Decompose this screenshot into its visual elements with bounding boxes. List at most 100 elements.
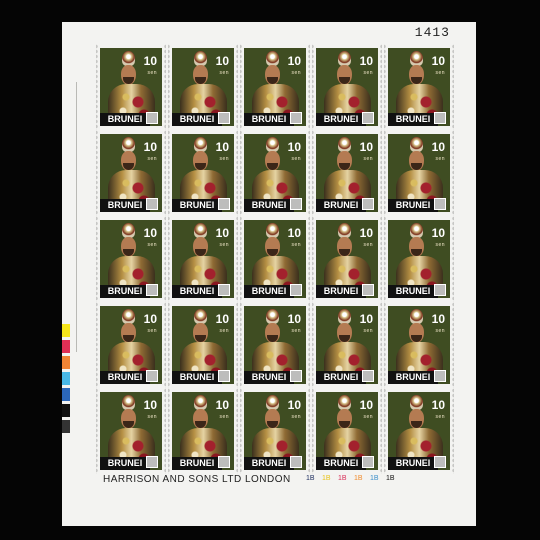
stamp-currency: sen (363, 70, 373, 76)
country-label: BRUNEI (172, 371, 222, 384)
country-label: BRUNEI (316, 285, 366, 298)
stamp-value: 10 (287, 226, 301, 240)
stamp: 10 sen BRUNEI (96, 130, 166, 216)
stamp-portrait: 10 sen BRUNEI (388, 134, 450, 212)
stamp: 10 sen BRUNEI (312, 302, 382, 388)
stamp: 10 sen BRUNEI (168, 130, 238, 216)
stamp-currency: sen (219, 328, 229, 334)
stamp: 10 sen BRUNEI (240, 216, 310, 302)
stamp-currency: sen (219, 70, 229, 76)
stamp: 10 sen BRUNEI (240, 302, 310, 388)
seal-icon (434, 284, 446, 296)
stamp-value: 10 (287, 312, 301, 326)
crown-icon (410, 51, 423, 66)
stamp-portrait: 10 sen BRUNEI (388, 306, 450, 384)
stamp-currency: sen (435, 242, 445, 248)
seal-icon (218, 456, 230, 468)
stamp-value: 10 (431, 140, 445, 154)
stamp-portrait: 10 sen BRUNEI (388, 48, 450, 126)
stamp-currency: sen (435, 70, 445, 76)
stamp: 10 sen BRUNEI (384, 44, 454, 130)
stamp-value: 10 (431, 398, 445, 412)
stamp-portrait: 10 sen BRUNEI (172, 134, 234, 212)
stamp: 10 sen BRUNEI (312, 388, 382, 474)
stamp-currency: sen (291, 156, 301, 162)
cylinder-number: 1B (354, 475, 363, 482)
country-label: BRUNEI (244, 457, 294, 470)
stamp-currency: sen (435, 414, 445, 420)
seal-icon (290, 284, 302, 296)
stamp-value: 10 (359, 140, 373, 154)
crown-icon (194, 395, 207, 410)
seal-icon (362, 456, 374, 468)
color-bar (62, 372, 70, 385)
stamp-portrait: 10 sen BRUNEI (244, 134, 306, 212)
stamp-portrait: 10 sen BRUNEI (316, 220, 378, 298)
stamp-value: 10 (143, 398, 157, 412)
stamp-portrait: 10 sen BRUNEI (316, 306, 378, 384)
country-label: BRUNEI (388, 457, 438, 470)
color-bar (62, 324, 70, 337)
seal-icon (362, 198, 374, 210)
stamp: 10 sen BRUNEI (312, 216, 382, 302)
crown-icon (122, 137, 135, 152)
seal-icon (290, 198, 302, 210)
stamp-value: 10 (287, 54, 301, 68)
stamp-value: 10 (143, 54, 157, 68)
crown-icon (338, 223, 351, 238)
stamp: 10 sen BRUNEI (384, 302, 454, 388)
stamp-value: 10 (359, 398, 373, 412)
stamp-currency: sen (363, 156, 373, 162)
seal-icon (362, 112, 374, 124)
country-label: BRUNEI (388, 285, 438, 298)
country-label: BRUNEI (100, 113, 150, 126)
cylinder-number: 1B (338, 475, 347, 482)
country-label: BRUNEI (388, 371, 438, 384)
crown-icon (338, 51, 351, 66)
stamp-value: 10 (431, 54, 445, 68)
stamp-currency: sen (363, 328, 373, 334)
crown-icon (266, 395, 279, 410)
stamp: 10 sen BRUNEI (240, 44, 310, 130)
seal-icon (218, 284, 230, 296)
seal-icon (146, 370, 158, 382)
stamp: 10 sen BRUNEI (168, 302, 238, 388)
country-label: BRUNEI (388, 113, 438, 126)
country-label: BRUNEI (316, 113, 366, 126)
stamp-portrait: 10 sen BRUNEI (388, 392, 450, 470)
stamp-grid: 10 sen BRUNEI 10 sen BRUNEI 10 sen BRUNE… (96, 44, 454, 474)
stamp: 10 sen BRUNEI (96, 302, 166, 388)
stamp-value: 10 (431, 226, 445, 240)
stamp-portrait: 10 sen BRUNEI (100, 134, 162, 212)
printer-imprint: HARRISON AND SONS LTD LONDON (103, 474, 291, 485)
seal-icon (218, 112, 230, 124)
cylinder-number: 1B (322, 475, 331, 482)
stamp-currency: sen (147, 414, 157, 420)
color-bar (62, 420, 70, 433)
stamp-currency: sen (147, 328, 157, 334)
stamp-currency: sen (435, 328, 445, 334)
seal-icon (290, 456, 302, 468)
stamp-currency: sen (219, 242, 229, 248)
stamp-portrait: 10 sen BRUNEI (100, 48, 162, 126)
seal-icon (218, 198, 230, 210)
seal-icon (362, 284, 374, 296)
stamp-currency: sen (291, 70, 301, 76)
country-label: BRUNEI (100, 371, 150, 384)
cylinder-numbers: 1B 1B 1B 1B 1B 1B (306, 475, 402, 482)
seal-icon (218, 370, 230, 382)
seal-icon (146, 198, 158, 210)
stamp-portrait: 10 sen BRUNEI (244, 306, 306, 384)
seal-icon (434, 198, 446, 210)
stamp: 10 sen BRUNEI (240, 388, 310, 474)
color-registration-bars (62, 324, 70, 436)
stamp-portrait: 10 sen BRUNEI (244, 220, 306, 298)
stamp: 10 sen BRUNEI (384, 130, 454, 216)
stamp-currency: sen (363, 242, 373, 248)
stamp-currency: sen (147, 242, 157, 248)
stamp-currency: sen (219, 156, 229, 162)
crown-icon (194, 137, 207, 152)
country-label: BRUNEI (172, 113, 222, 126)
stamp-value: 10 (215, 226, 229, 240)
crown-icon (194, 223, 207, 238)
